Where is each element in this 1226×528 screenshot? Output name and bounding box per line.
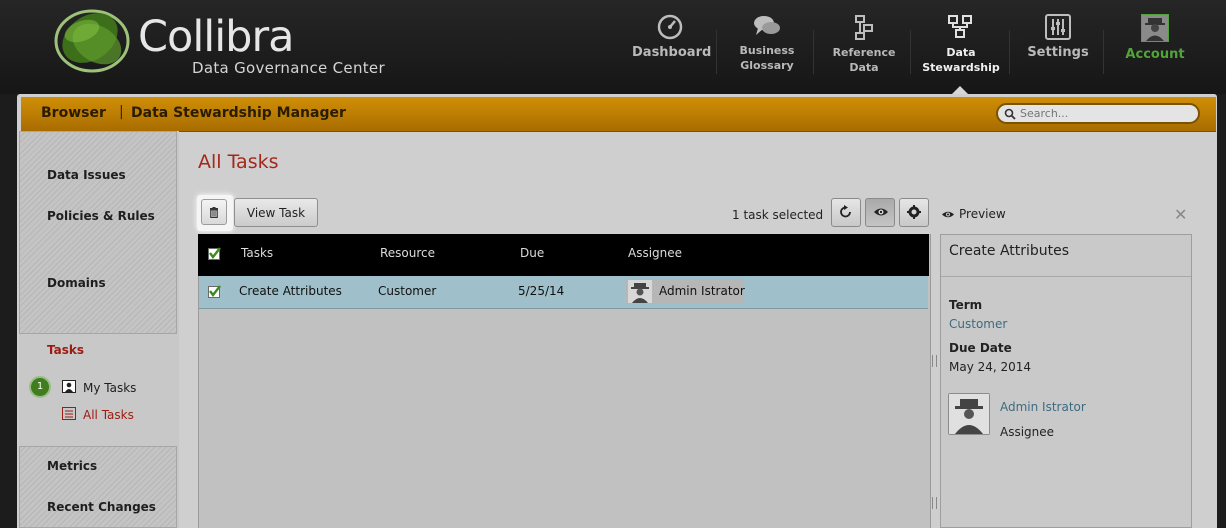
user-avatar-icon bbox=[949, 394, 989, 434]
breadcrumb-browser-link[interactable]: Browser bbox=[41, 105, 106, 121]
sidebar-item-data-issues[interactable]: Data Issues bbox=[47, 168, 126, 182]
preview-due-value: May 24, 2014 bbox=[949, 360, 1032, 374]
nav-settings-label: Settings bbox=[1027, 45, 1089, 60]
nav-settings[interactable]: Settings bbox=[1022, 14, 1094, 84]
user-avatar-icon bbox=[628, 280, 652, 303]
nav-reference-data-label: Reference Data bbox=[832, 46, 896, 74]
row-resource[interactable]: Customer bbox=[378, 284, 436, 298]
delete-button[interactable] bbox=[197, 195, 233, 231]
sidebar-item-recent-changes[interactable]: Recent Changes bbox=[47, 500, 156, 514]
eye-icon bbox=[874, 208, 888, 216]
preview-panel bbox=[940, 234, 1192, 528]
page-title: All Tasks bbox=[198, 151, 279, 173]
sidebar-item-domains[interactable]: Domains bbox=[47, 276, 106, 290]
reference-data-icon bbox=[855, 15, 873, 40]
settings-button[interactable] bbox=[899, 198, 929, 227]
eye-icon bbox=[942, 211, 954, 218]
sidebar-item-policies-rules[interactable]: Policies & Rules bbox=[47, 209, 155, 223]
column-header-due[interactable]: Due bbox=[520, 246, 544, 260]
brand-subtitle: Data Governance Center bbox=[192, 59, 385, 77]
row-assignee-name[interactable]: Admin Istrator bbox=[659, 284, 745, 298]
user-avatar-icon bbox=[1141, 14, 1169, 42]
breadcrumb-current: Data Stewardship Manager bbox=[131, 105, 346, 121]
collibra-logo-icon bbox=[54, 9, 130, 73]
sidebar-subitem-all-tasks[interactable]: All Tasks bbox=[83, 408, 134, 422]
preview-toggle-button[interactable] bbox=[865, 198, 895, 227]
nav-reference-data[interactable]: Reference Data bbox=[827, 14, 901, 84]
task-count-badge: 1 bbox=[29, 376, 51, 398]
refresh-icon bbox=[840, 205, 851, 218]
nav-business-glossary-label: Business Glossary bbox=[739, 44, 795, 72]
sidebar-subitem-my-tasks[interactable]: My Tasks bbox=[83, 381, 136, 395]
sidebar-item-metrics[interactable]: Metrics bbox=[47, 459, 97, 473]
nav-dashboard-label: Dashboard bbox=[632, 45, 712, 60]
selection-status: 1 task selected bbox=[732, 208, 824, 222]
gear-icon bbox=[907, 205, 921, 219]
dashboard-gauge-icon bbox=[657, 14, 683, 40]
search-input[interactable] bbox=[1020, 106, 1190, 121]
column-header-tasks[interactable]: Tasks bbox=[241, 246, 273, 260]
table-header bbox=[198, 234, 929, 276]
preview-term-label: Term bbox=[949, 298, 983, 312]
nav-divider bbox=[1009, 30, 1010, 74]
row-task-name[interactable]: Create Attributes bbox=[239, 284, 342, 298]
splitter-handle[interactable] bbox=[932, 497, 937, 509]
preview-label: Preview bbox=[959, 207, 1006, 221]
nav-dashboard[interactable]: Dashboard bbox=[632, 14, 712, 84]
row-checkbox[interactable] bbox=[208, 285, 221, 298]
nav-divider bbox=[813, 30, 814, 74]
column-header-resource[interactable]: Resource bbox=[380, 246, 435, 260]
sidebar-item-tasks[interactable]: Tasks bbox=[47, 343, 84, 357]
nav-divider bbox=[1103, 30, 1104, 74]
nav-account[interactable]: Account bbox=[1118, 14, 1192, 84]
nav-data-stewardship-label: Data Stewardship bbox=[922, 46, 1000, 74]
row-due-date: 5/25/14 bbox=[518, 284, 565, 298]
preview-due-label: Due Date bbox=[949, 341, 1012, 355]
breadcrumb-separator: | bbox=[119, 104, 124, 120]
preview-assignee-role: Assignee bbox=[1000, 425, 1055, 439]
nav-divider bbox=[716, 30, 717, 74]
my-tasks-icon bbox=[62, 380, 76, 393]
search-icon bbox=[1004, 108, 1016, 120]
active-nav-pointer bbox=[952, 86, 968, 94]
view-task-button[interactable]: View Task bbox=[234, 198, 318, 227]
avatar bbox=[948, 393, 990, 435]
nav-divider bbox=[910, 30, 911, 74]
sidebar-nav-block bbox=[19, 131, 177, 334]
preview-assignee-link[interactable]: Admin Istrator bbox=[1000, 400, 1086, 414]
preview-title: Create Attributes bbox=[949, 243, 1070, 259]
nav-data-stewardship[interactable]: Data Stewardship bbox=[922, 14, 1000, 84]
chat-bubbles-icon bbox=[754, 16, 780, 35]
nav-account-label: Account bbox=[1125, 47, 1185, 62]
nav-business-glossary[interactable]: Business Glossary bbox=[730, 14, 804, 84]
select-all-checkbox[interactable] bbox=[208, 247, 221, 260]
all-tasks-icon bbox=[62, 407, 76, 420]
sliders-icon bbox=[1045, 14, 1071, 40]
brand-title: Collibra bbox=[138, 12, 294, 62]
checkmark-icon bbox=[209, 247, 221, 259]
search-box[interactable] bbox=[996, 103, 1200, 124]
sidebar-bottom-block bbox=[19, 446, 177, 528]
close-icon[interactable]: ✕ bbox=[1174, 205, 1187, 224]
stewardship-icon bbox=[948, 15, 972, 38]
splitter-handle[interactable] bbox=[932, 355, 937, 367]
trash-icon bbox=[210, 207, 218, 218]
delete-button-face[interactable] bbox=[201, 199, 227, 225]
preview-term-link[interactable]: Customer bbox=[949, 317, 1007, 331]
refresh-button[interactable] bbox=[831, 198, 861, 227]
checkmark-icon bbox=[209, 285, 221, 297]
column-header-assignee[interactable]: Assignee bbox=[628, 246, 682, 260]
